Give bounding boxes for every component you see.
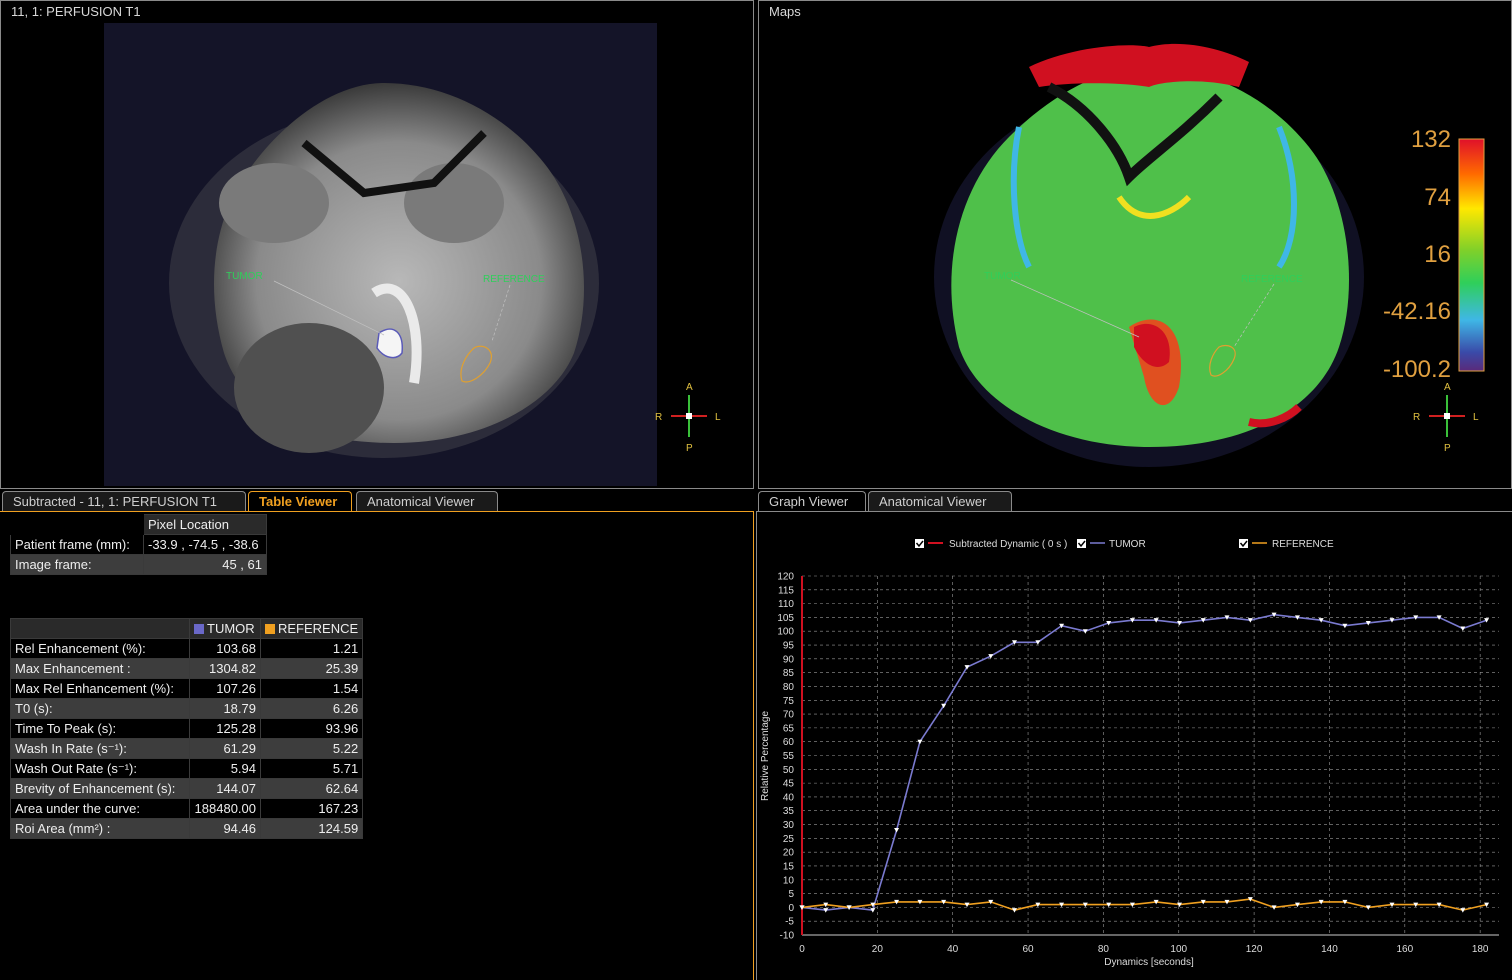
y-tick-label: 105 — [777, 613, 794, 624]
table-row: Max Enhancement :1304.82 25.39 — [10, 658, 364, 679]
y-tick-label: 10 — [783, 875, 795, 886]
y-tick-label: 15 — [783, 861, 795, 872]
y-tick-label: 70 — [783, 710, 795, 721]
tab-subtracted[interactable]: Subtracted - 11, 1: PERFUSION T1 — [2, 491, 246, 511]
colorbar: 132 74 16 -42.16 -100.2 — [1383, 126, 1485, 383]
y-tick-label: 85 — [783, 668, 795, 679]
roi-statistics-table: TUMOR REFERENCE Rel Enhancement (%): 103.… — [10, 618, 364, 839]
colorbar-tick: -42.16 — [1383, 298, 1451, 325]
y-tick-label: -5 — [785, 917, 794, 928]
colorbar-tick: 74 — [1424, 184, 1451, 211]
right-tabbar: Graph Viewer Anatomical Viewer — [758, 491, 1508, 512]
svg-text:P: P — [1444, 443, 1451, 454]
data-point — [894, 828, 900, 833]
legend-label: Subtracted Dynamic ( 0 s ) — [949, 539, 1067, 550]
y-tick-label: 90 — [783, 654, 795, 665]
reference-roi-label: REFERENCE — [483, 274, 545, 285]
tumor-roi-label: TUMOR — [226, 271, 263, 282]
x-tick-label: 0 — [799, 944, 805, 955]
pixel-location-table: Pixel Location Patient frame (mm): -33.9… — [10, 514, 267, 575]
y-tick-label: 60 — [783, 737, 795, 748]
svg-text:L: L — [1473, 412, 1479, 423]
table-row: Roi Area (mm²) :94.46 124.59 — [10, 818, 364, 839]
table-row: Max Rel Enhancement (%): 107.26 1.54 — [10, 678, 364, 699]
table-row: Brevity of Enhancement (s): 144.07 62.64 — [10, 778, 364, 799]
x-tick-label: 180 — [1472, 944, 1489, 955]
svg-text:A: A — [1444, 382, 1451, 393]
x-tick-label: 100 — [1170, 944, 1187, 955]
colorbar-tick: 132 — [1411, 126, 1451, 153]
svg-text:L: L — [715, 412, 721, 423]
reference-column-header: REFERENCE — [259, 618, 364, 639]
y-tick-label: 100 — [777, 627, 794, 638]
y-tick-label: 35 — [783, 806, 795, 817]
table-viewer-panel: Pixel Location Patient frame (mm): -33.9… — [0, 511, 754, 980]
x-axis-label: Dynamics [seconds] — [1104, 957, 1194, 968]
plot-area: -10 -5 0 5 10 15 20 25 30 35 40 45 50 55 60 65 70 75 80 85 9… — [777, 572, 1499, 955]
graph-viewer-panel: Subtracted Dynamic ( 0 s ) TUMOR REFEREN… — [756, 511, 1512, 980]
perfusion-color-map[interactable]: TUMOR REFERENCE — [919, 27, 1379, 477]
table-row: Image frame: 45 , 61 — [10, 554, 267, 575]
y-tick-label: 25 — [783, 834, 795, 845]
table-row: Wash Out Rate (s⁻¹): 5.94 5.71 — [10, 758, 364, 779]
y-tick-label: 110 — [778, 599, 794, 610]
y-tick-label: 5 — [788, 889, 794, 900]
pixel-location-header: Pixel Location — [143, 514, 267, 535]
x-tick-label: 60 — [1022, 944, 1034, 955]
y-tick-label: 55 — [783, 751, 795, 762]
orientation-marker-icon: A P R L — [655, 382, 721, 454]
series-line-reference — [801, 898, 1487, 911]
x-tick-label: 120 — [1246, 944, 1263, 955]
tumor-roi-label: TUMOR — [984, 271, 1021, 282]
tab-anatomical-viewer[interactable]: Anatomical Viewer — [356, 491, 498, 511]
tab-anatomical-viewer[interactable]: Anatomical Viewer — [868, 491, 1012, 511]
y-tick-label: 65 — [783, 723, 795, 734]
enhancement-chart[interactable]: Subtracted Dynamic ( 0 s ) TUMOR REFEREN… — [757, 512, 1507, 979]
y-tick-label: 75 — [783, 696, 795, 707]
y-tick-label: 115 — [778, 585, 794, 596]
svg-text:A: A — [686, 382, 693, 393]
y-tick-label: -10 — [780, 931, 795, 942]
legend-label: REFERENCE — [1272, 539, 1334, 550]
y-tick-label: 120 — [777, 572, 794, 583]
viewport-title: Maps — [769, 4, 801, 19]
table-row: Patient frame (mm): -33.9 , -74.5 , -38.… — [10, 534, 267, 555]
x-tick-label: 160 — [1396, 944, 1413, 955]
x-tick-label: 40 — [947, 944, 959, 955]
y-tick-label: 20 — [783, 848, 795, 859]
tumor-column-header: TUMOR — [189, 618, 261, 639]
svg-text:R: R — [655, 412, 662, 423]
table-row: Rel Enhancement (%): 103.68 1.21 — [10, 638, 364, 659]
table-row: Area under the curve: 188480.00 167.23 — [10, 798, 364, 819]
y-tick-label: 0 — [788, 903, 794, 914]
table-row: Time To Peak (s): 125.28 93.96 — [10, 718, 364, 739]
y-axis-label: Relative Percentage — [760, 711, 771, 801]
legend-label: TUMOR — [1109, 539, 1146, 550]
orientation-marker-icon: A P R L — [1413, 382, 1479, 454]
tab-table-viewer[interactable]: Table Viewer — [248, 491, 352, 511]
maps-viewport[interactable]: Maps TUMOR REFERENCE 132 74 16 -42.16 -1… — [758, 0, 1512, 489]
y-tick-label: 30 — [783, 820, 795, 831]
reference-roi-label: REFERENCE — [1241, 274, 1303, 285]
perfusion-viewport[interactable]: 11, 1: PERFUSION T1 TUMOR REFERENCE A P … — [0, 0, 754, 489]
y-tick-label: 80 — [783, 682, 795, 693]
left-tabbar: Subtracted - 11, 1: PERFUSION T1 Table V… — [2, 491, 752, 512]
y-tick-label: 95 — [783, 641, 795, 652]
x-tick-label: 80 — [1098, 944, 1110, 955]
y-tick-label: 50 — [783, 765, 795, 776]
tab-graph-viewer[interactable]: Graph Viewer — [758, 491, 866, 511]
table-row: Wash In Rate (s⁻¹): 61.29 5.22 — [10, 738, 364, 759]
svg-text:P: P — [686, 443, 693, 454]
svg-text:R: R — [1413, 412, 1420, 423]
y-tick-label: 40 — [783, 792, 795, 803]
x-tick-label: 140 — [1321, 944, 1338, 955]
x-tick-label: 20 — [872, 944, 884, 955]
table-row: T0 (s): 18.79 6.26 — [10, 698, 364, 719]
y-tick-label: 45 — [783, 779, 795, 790]
chart-legend: Subtracted Dynamic ( 0 s ) TUMOR REFEREN… — [915, 539, 1334, 550]
mri-grayscale-image[interactable]: TUMOR REFERENCE — [104, 23, 657, 486]
colorbar-tick: 16 — [1424, 241, 1451, 268]
viewport-title: 11, 1: PERFUSION T1 — [11, 4, 141, 19]
